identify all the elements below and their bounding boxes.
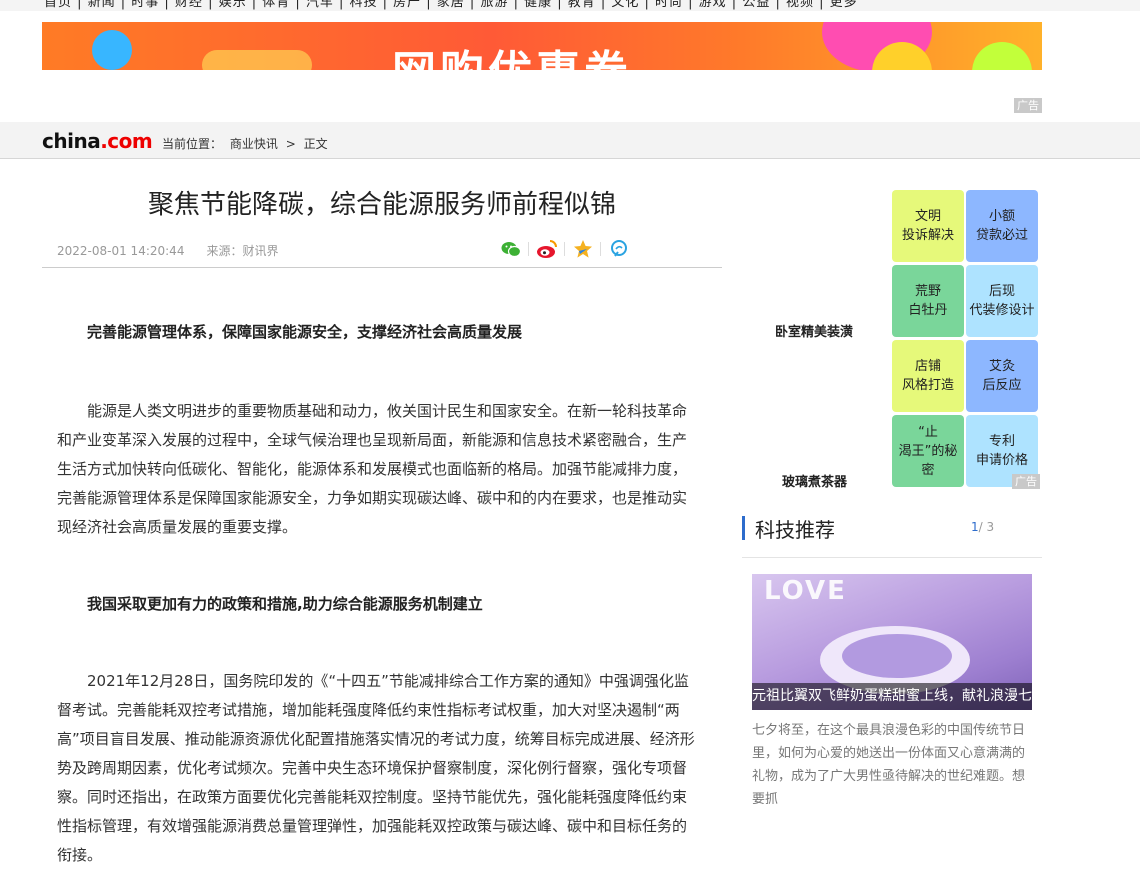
article-paragraph: 能源是人类文明进步的重要物质基础和动力，攸关国计民生和国家安全。在新一轮科技革命… bbox=[57, 402, 688, 536]
feature-caption[interactable]: 元祖比翼双飞鲜奶蛋糕甜蜜上线，献礼浪漫七夕 bbox=[752, 683, 1032, 710]
ad-tile[interactable]: 艾灸 后反应 bbox=[966, 340, 1038, 412]
logo-com: .com bbox=[100, 129, 153, 153]
ad-tile[interactable]: 店铺 风格打造 bbox=[892, 340, 964, 412]
ad-tile[interactable]: 荒野 白牡丹 bbox=[892, 265, 964, 337]
banner-decoration bbox=[972, 42, 1032, 70]
breadcrumb: 当前位置： 商业快讯 > 正文 bbox=[162, 135, 332, 152]
qzone-icon[interactable] bbox=[572, 238, 594, 260]
pagination[interactable]: 1/ 3 bbox=[971, 520, 994, 534]
article-title: 聚焦节能降碳，综合能源服务师前程似锦 bbox=[147, 190, 616, 220]
ad-tile[interactable]: “止 渴王”的秘密 bbox=[892, 415, 964, 487]
feature-image[interactable]: LOVE 元祖比翼双飞鲜奶蛋糕甜蜜上线，献礼浪漫七夕 bbox=[752, 574, 1032, 710]
breadcrumb-current: 正文 bbox=[303, 137, 328, 151]
section-heading: 我国采取更加有力的政策和措施,助力综合能源服务机制建立 bbox=[87, 595, 483, 613]
article-date: 2022-08-01 14:20:44 bbox=[57, 244, 185, 258]
cake-illustration bbox=[842, 634, 952, 678]
breadcrumb-separator: > bbox=[285, 137, 296, 151]
side-ad-link[interactable]: 卧室精美装潢 bbox=[775, 321, 853, 340]
page-total: / 3 bbox=[978, 520, 995, 534]
top-navigation: 首页 | 新闻 | 时事 | 财经 | 娱乐 | 体育 | 汽车 | 科技 | … bbox=[0, 0, 1140, 11]
breadcrumb-bar: china.com 当前位置： 商业快讯 > 正文 bbox=[0, 122, 1140, 159]
title-divider bbox=[42, 267, 722, 268]
ad-tile[interactable]: 后现 代装修设计 bbox=[966, 265, 1038, 337]
article-paragraph: 2021年12月28日，国务院印发的《“十四五”节能减排综合工作方案的通知》中强… bbox=[57, 672, 695, 864]
feature-summary: 七夕将至，在这个最具浪漫色彩的中国传统节日里，如何为心爱的她送出一份体面又心意满… bbox=[752, 723, 1026, 807]
divider bbox=[564, 242, 565, 256]
image-text: LOVE bbox=[764, 576, 847, 606]
section-divider bbox=[742, 557, 1042, 558]
article-source: 财讯界 bbox=[242, 244, 279, 258]
section-heading: 完善能源管理体系，保障国家能源安全，支撑经济社会高质量发展 bbox=[87, 323, 523, 341]
section-title: 科技推荐 bbox=[755, 518, 835, 542]
section-accent-bar bbox=[742, 516, 745, 540]
banner-text: 网购优惠券 bbox=[392, 36, 632, 70]
side-ad-link[interactable]: 玻璃煮茶器 bbox=[782, 471, 847, 490]
banner-decoration bbox=[202, 50, 312, 70]
article-meta: 2022-08-01 14:20:44 来源：财讯界 bbox=[57, 242, 278, 259]
weibo-icon[interactable] bbox=[536, 238, 558, 260]
qq-icon[interactable] bbox=[608, 238, 630, 260]
site-logo[interactable]: china.com bbox=[42, 129, 153, 153]
breadcrumb-section-link[interactable]: 商业快讯 bbox=[230, 137, 278, 151]
tech-recommend-header: 科技推荐 1/ 3 bbox=[742, 514, 1042, 542]
ad-tile[interactable]: 文明 投诉解决 bbox=[892, 190, 964, 262]
wechat-icon[interactable] bbox=[500, 238, 522, 260]
top-nav-links[interactable]: 首页 | 新闻 | 时事 | 财经 | 娱乐 | 体育 | 汽车 | 科技 | … bbox=[44, 0, 858, 10]
breadcrumb-prefix: 当前位置： bbox=[162, 137, 223, 151]
source-label: 来源： bbox=[206, 244, 243, 258]
mascot-decoration bbox=[92, 30, 132, 70]
ad-tile[interactable]: 小额 贷款必过 bbox=[966, 190, 1038, 262]
ad-label: 广告 bbox=[1012, 474, 1040, 489]
divider bbox=[528, 242, 529, 256]
ad-label: 广告 bbox=[1014, 98, 1042, 113]
logo-main: china bbox=[42, 129, 101, 153]
page-current: 1 bbox=[971, 520, 979, 534]
divider bbox=[600, 242, 601, 256]
banner-ad[interactable]: 网购优惠券 bbox=[42, 22, 1042, 70]
article-body: 完善能源管理体系，保障国家能源安全，支撑经济社会高质量发展 能源是人类文明进步的… bbox=[57, 318, 699, 870]
